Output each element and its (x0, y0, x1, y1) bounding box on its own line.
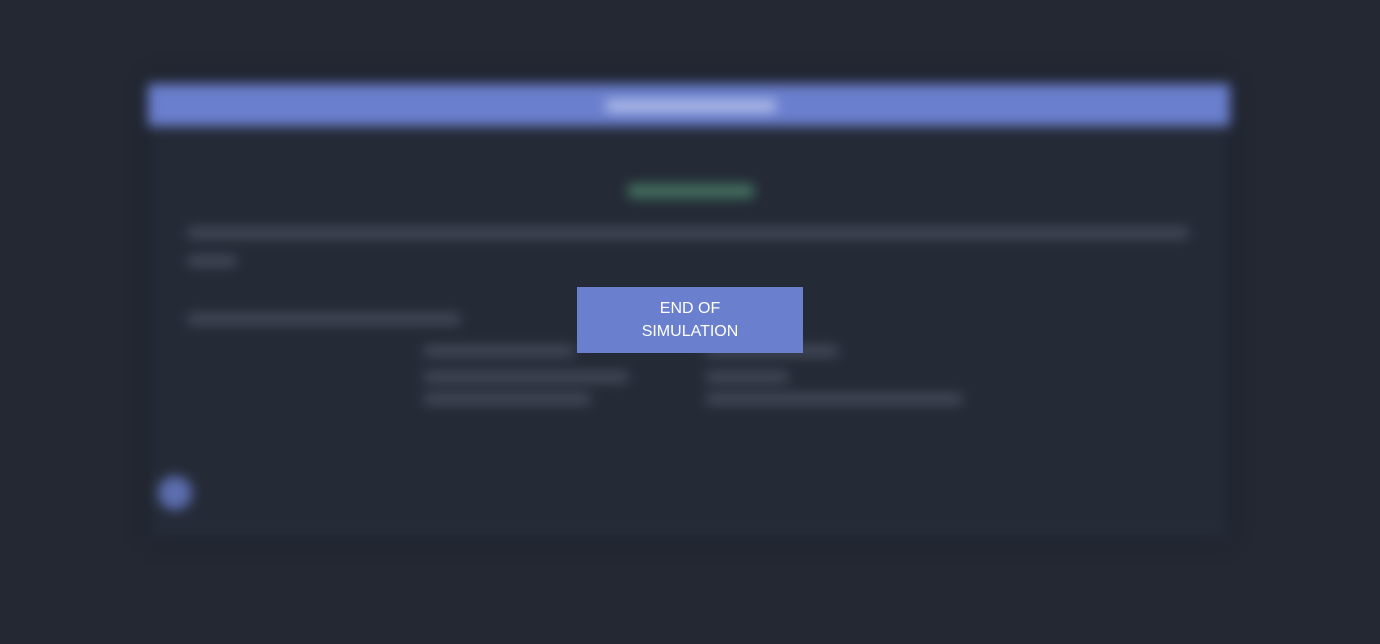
blurred-text-line (706, 394, 962, 404)
blurred-text-line (188, 256, 236, 266)
simulation-screen: END OF SIMULATION (0, 0, 1380, 644)
blurred-text-line (424, 346, 574, 356)
end-of-simulation-label: END OF SIMULATION (641, 300, 739, 340)
blurred-round-button (158, 476, 192, 510)
blurred-status-badge (628, 184, 754, 198)
blurred-text-line (424, 394, 590, 404)
blurred-text-line (424, 372, 628, 382)
blurred-text-line (188, 314, 460, 324)
end-of-simulation-banner: END OF SIMULATION (577, 287, 803, 353)
panel-header (148, 84, 1230, 126)
blurred-text-line (706, 372, 788, 382)
blurred-header-title (606, 100, 776, 112)
blurred-text-line (188, 228, 1188, 238)
divider (158, 528, 1220, 530)
